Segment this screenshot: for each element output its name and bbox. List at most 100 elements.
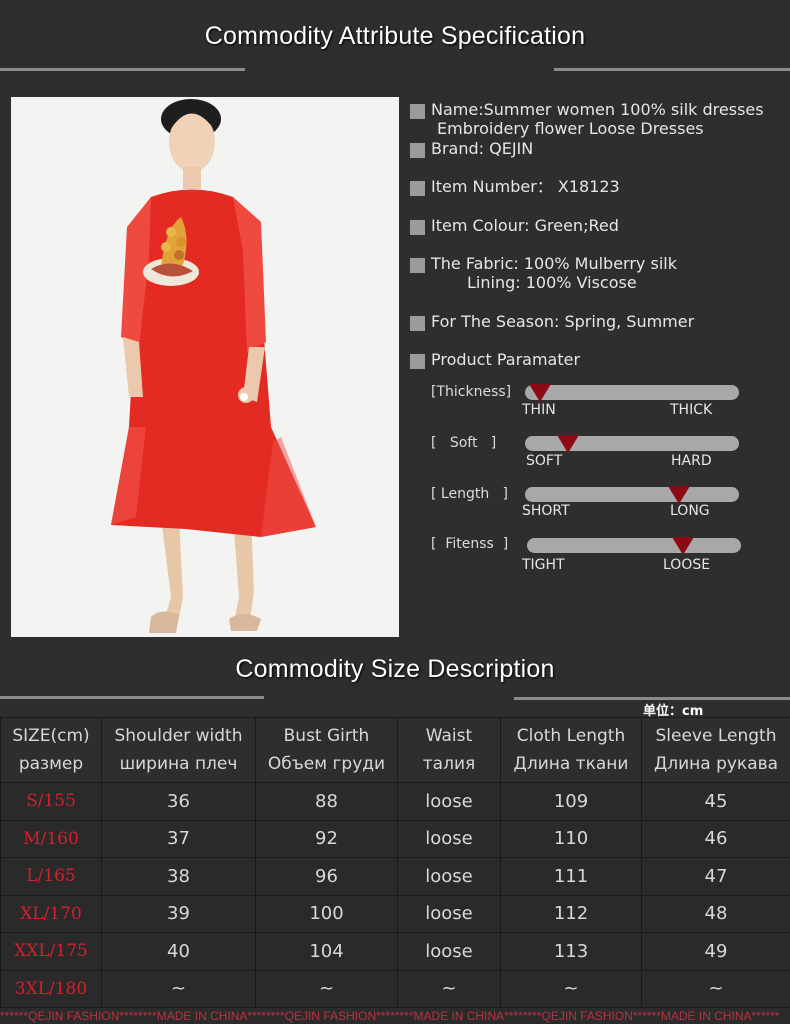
- length-low-label: SHORT: [522, 503, 570, 519]
- header-bust-en: Bust Girth: [283, 726, 370, 746]
- cloth-length-cell: ~: [500, 969, 642, 1008]
- bullet-square-icon: [410, 220, 425, 235]
- model-illustration: [11, 97, 399, 637]
- product-photo: [11, 97, 399, 637]
- size-section-title: Commodity Size Description: [235, 655, 555, 683]
- footer-banner: ******QEJIN FASHION********MADE IN CHINA…: [0, 1008, 790, 1024]
- thickness-high-label: THICK: [670, 402, 713, 418]
- sleeve-length-cell: ~: [641, 969, 790, 1008]
- size-table: SIZE(cm) размер Shoulder width ширина плеч…: [0, 717, 790, 1008]
- header-waist-ru: талия: [422, 754, 476, 774]
- name-line-1: Name:Summer women 100% silk dresses: [431, 100, 764, 119]
- header-size: SIZE(cm) размер: [0, 717, 102, 783]
- header-cloth-length-en: Cloth Length: [516, 726, 626, 746]
- waist-cell: loose: [397, 819, 501, 858]
- softness-label: [ Soft ]: [431, 435, 497, 451]
- cloth-length-cell: 110: [500, 819, 642, 858]
- fitness-low-label: TIGHT: [522, 557, 565, 573]
- header-sleeve-length-en: Sleeve Length: [655, 726, 777, 746]
- table-row: XXL/175 40 104 loose 113 49: [0, 932, 790, 971]
- cloth-length-cell: 112: [500, 894, 642, 933]
- colour-text: Item Colour: Green;Red: [431, 216, 619, 235]
- softness-gauge: [ Soft ] SOFT HARD: [410, 435, 750, 480]
- cloth-length-cell: 113: [500, 932, 642, 971]
- bullet-square-icon: [410, 104, 425, 119]
- size-label: M/160: [0, 819, 102, 858]
- sleeve-length-cell: 48: [641, 894, 790, 933]
- title-rule-left: [0, 68, 245, 71]
- item-number-text: Item Number： X18123: [431, 177, 620, 196]
- lining-text: Lining: 100% Viscose: [467, 273, 637, 292]
- softness-high-label: HARD: [671, 453, 712, 469]
- table-row: 3XL/180 ~ ~ ~ ~ ~: [0, 969, 790, 1008]
- waist-cell: loose: [397, 782, 501, 821]
- bullet-square-icon: [410, 258, 425, 273]
- parameter-heading-text: Product Paramater: [431, 350, 581, 369]
- header-shoulder: Shoulder width ширина плеч: [101, 717, 256, 783]
- bust-cell: 104: [255, 932, 398, 971]
- size-label: L/165: [0, 857, 102, 896]
- shoulder-cell: 39: [101, 894, 256, 933]
- bust-cell: 92: [255, 819, 398, 858]
- size-rule-left: [0, 696, 264, 699]
- waist-cell: ~: [397, 969, 501, 1008]
- header-sleeve-length-ru: Длина рукава: [653, 754, 779, 774]
- fabric-text: The Fabric: 100% Mulberry silk: [431, 254, 677, 273]
- table-row: XL/170 39 100 loose 112 48: [0, 894, 790, 933]
- size-label: XL/170: [0, 894, 102, 933]
- brand-text: Brand: QEJIN: [431, 139, 534, 158]
- shoulder-cell: ~: [101, 969, 256, 1008]
- shoulder-cell: 38: [101, 857, 256, 896]
- bust-cell: 100: [255, 894, 398, 933]
- length-high-label: LONG: [670, 503, 710, 519]
- header-bust-ru: Объем груди: [267, 754, 386, 774]
- header-waist: Waist талия: [397, 717, 501, 783]
- fitness-gauge: [ Fitenss ] TIGHT LOOSE: [410, 536, 750, 581]
- attribute-section-title: Commodity Attribute Specification: [204, 22, 586, 50]
- thickness-low-label: THIN: [522, 402, 556, 418]
- fitness-marker: [672, 537, 695, 555]
- waist-cell: loose: [397, 932, 501, 971]
- bust-cell: ~: [255, 969, 398, 1008]
- title-rule-right: [554, 68, 790, 71]
- name-line-2: Embroidery flower Loose Dresses: [437, 119, 704, 138]
- length-label: [ Length ]: [431, 486, 509, 502]
- header-cloth-length-ru: Длина ткани: [513, 754, 629, 774]
- header-waist-en: Waist: [425, 726, 473, 746]
- cloth-length-cell: 109: [500, 782, 642, 821]
- shoulder-cell: 37: [101, 819, 256, 858]
- table-row: M/160 37 92 loose 110 46: [0, 819, 790, 858]
- softness-low-label: SOFT: [526, 453, 563, 469]
- header-shoulder-ru: ширина плеч: [119, 754, 238, 774]
- sleeve-length-cell: 49: [641, 932, 790, 971]
- length-track: [525, 487, 739, 502]
- softness-marker: [556, 435, 579, 453]
- size-label: XXL/175: [0, 932, 102, 971]
- header-size-ru: размер: [18, 754, 84, 774]
- length-gauge: [ Length ] SHORT LONG: [410, 486, 750, 531]
- size-label: S/155: [0, 782, 102, 821]
- header-size-en: SIZE(cm): [12, 726, 90, 746]
- sleeve-length-cell: 45: [641, 782, 790, 821]
- fitness-label: [ Fitenss ]: [431, 536, 509, 552]
- header-bust: Bust Girth Объем груди: [255, 717, 398, 783]
- bust-cell: 88: [255, 782, 398, 821]
- sleeve-length-cell: 46: [641, 819, 790, 858]
- size-label: 3XL/180: [0, 969, 102, 1008]
- length-marker: [668, 486, 691, 504]
- header-shoulder-en: Shoulder width: [114, 726, 243, 746]
- shoulder-cell: 36: [101, 782, 256, 821]
- thickness-label: [Thickness]: [431, 384, 512, 400]
- fitness-high-label: LOOSE: [663, 557, 711, 573]
- bullet-square-icon: [410, 316, 425, 331]
- shoulder-cell: 40: [101, 932, 256, 971]
- size-table-header: SIZE(cm) размер Shoulder width ширина плеч…: [0, 717, 790, 783]
- table-row: L/165 38 96 loose 111 47: [0, 857, 790, 896]
- bust-cell: 96: [255, 857, 398, 896]
- thickness-marker: [528, 384, 551, 402]
- fitness-track: [527, 538, 741, 553]
- sleeve-length-cell: 47: [641, 857, 790, 896]
- bullet-square-icon: [410, 143, 425, 158]
- header-cloth-length: Cloth Length Длина ткани: [500, 717, 642, 783]
- table-row: S/155 36 88 loose 109 45: [0, 782, 790, 821]
